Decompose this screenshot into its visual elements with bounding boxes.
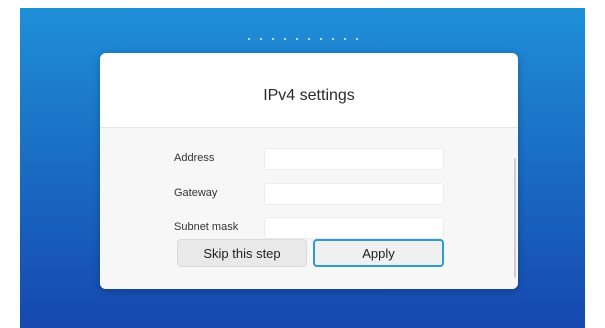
step-dot	[355, 38, 358, 40]
skip-step-button[interactable]: Skip this step	[177, 239, 307, 267]
step-dot	[331, 38, 334, 40]
subnet-mask-label: Subnet mask	[174, 221, 239, 233]
dialog-body: Address Gateway Subnet mask Skip this st…	[100, 128, 518, 289]
ipv4-settings-dialog: IPv4 settings Address Gateway Subnet mas…	[100, 53, 518, 289]
subnet-mask-input[interactable]	[264, 217, 444, 239]
gateway-input[interactable]	[264, 183, 444, 205]
step-dot	[343, 38, 346, 40]
dialog-title: IPv4 settings	[263, 87, 355, 104]
step-dot	[283, 38, 286, 40]
address-row: Address	[100, 148, 518, 170]
dialog-header: IPv4 settings	[100, 53, 518, 128]
address-input[interactable]	[264, 148, 444, 170]
step-dot	[247, 38, 250, 40]
step-dot	[271, 38, 274, 40]
dialog-scrollbar[interactable]	[514, 158, 516, 278]
gateway-row: Gateway	[100, 183, 518, 205]
address-label: Address	[174, 152, 215, 164]
gateway-label: Gateway	[174, 187, 218, 199]
step-dot	[319, 38, 322, 40]
step-dot	[295, 38, 298, 40]
step-indicator	[20, 38, 585, 40]
subnet-mask-row: Subnet mask	[100, 217, 518, 239]
setup-screen: IPv4 settings Address Gateway Subnet mas…	[20, 8, 585, 328]
apply-button[interactable]: Apply	[313, 239, 444, 267]
step-dot	[259, 38, 262, 40]
step-dot	[307, 38, 310, 40]
